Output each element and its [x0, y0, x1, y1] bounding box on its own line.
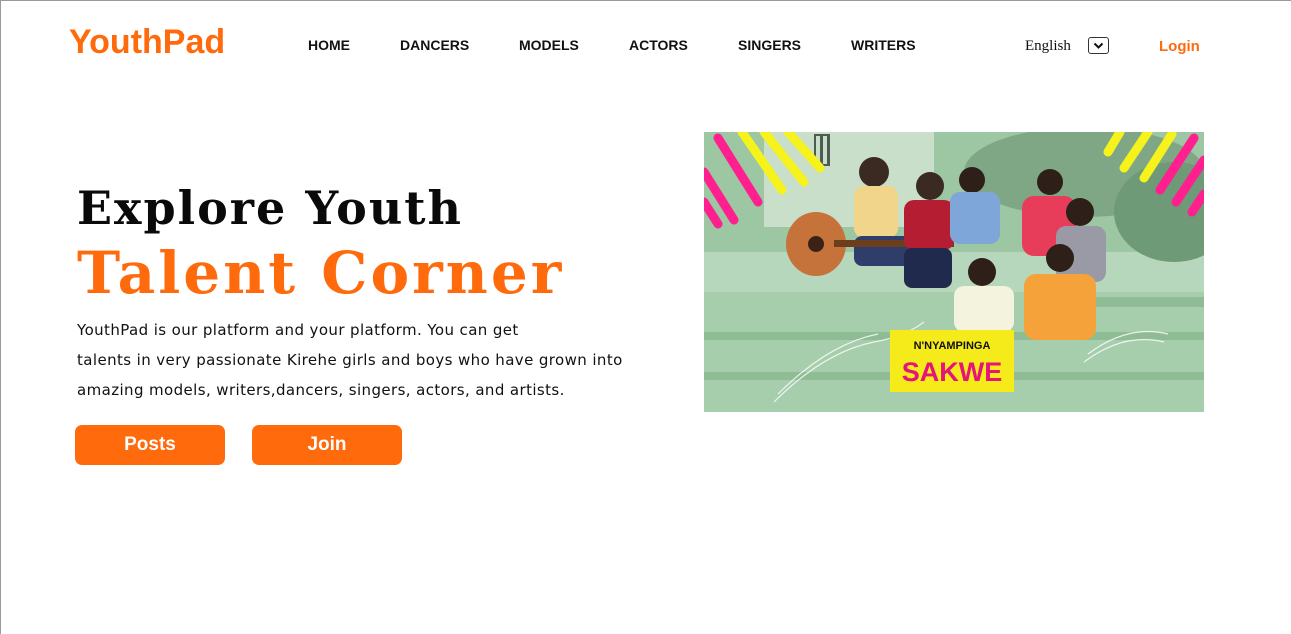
- hero-photo: N'NYAMPINGA SAKWE: [704, 132, 1204, 412]
- badge-line2: SAKWE: [902, 357, 1003, 387]
- join-button[interactable]: Join: [252, 425, 402, 465]
- language-label: English: [1025, 38, 1071, 54]
- brand-logo[interactable]: YouthPad: [69, 23, 225, 62]
- hero-title-line2: Talent Corner: [77, 239, 565, 307]
- badge-line1: N'NYAMPINGA: [914, 340, 991, 352]
- hero-description: YouthPad is our platform and your platfo…: [77, 315, 667, 405]
- hero-title-line1: Explore Youth: [77, 181, 463, 235]
- nav-item-dancers[interactable]: DANCERS: [400, 37, 469, 53]
- language-select[interactable]: [1088, 37, 1109, 54]
- hero-description-line: amazing models, writers,dancers, singers…: [77, 381, 565, 399]
- hero-description-line: YouthPad is our platform and your platfo…: [77, 321, 519, 339]
- posts-button[interactable]: Posts: [75, 425, 225, 465]
- chevron-down-icon: [1093, 42, 1104, 49]
- nav-item-home[interactable]: HOME: [308, 37, 350, 53]
- hero-description-line: talents in very passionate Kirehe girls …: [77, 351, 623, 369]
- login-link[interactable]: Login: [1159, 38, 1200, 55]
- nav-item-models[interactable]: MODELS: [519, 37, 579, 53]
- nav-item-singers[interactable]: SINGERS: [738, 37, 801, 53]
- nav-item-writers[interactable]: WRITERS: [851, 37, 916, 53]
- nav-item-actors[interactable]: ACTORS: [629, 37, 688, 53]
- hero-image: N'NYAMPINGA SAKWE: [704, 132, 1204, 412]
